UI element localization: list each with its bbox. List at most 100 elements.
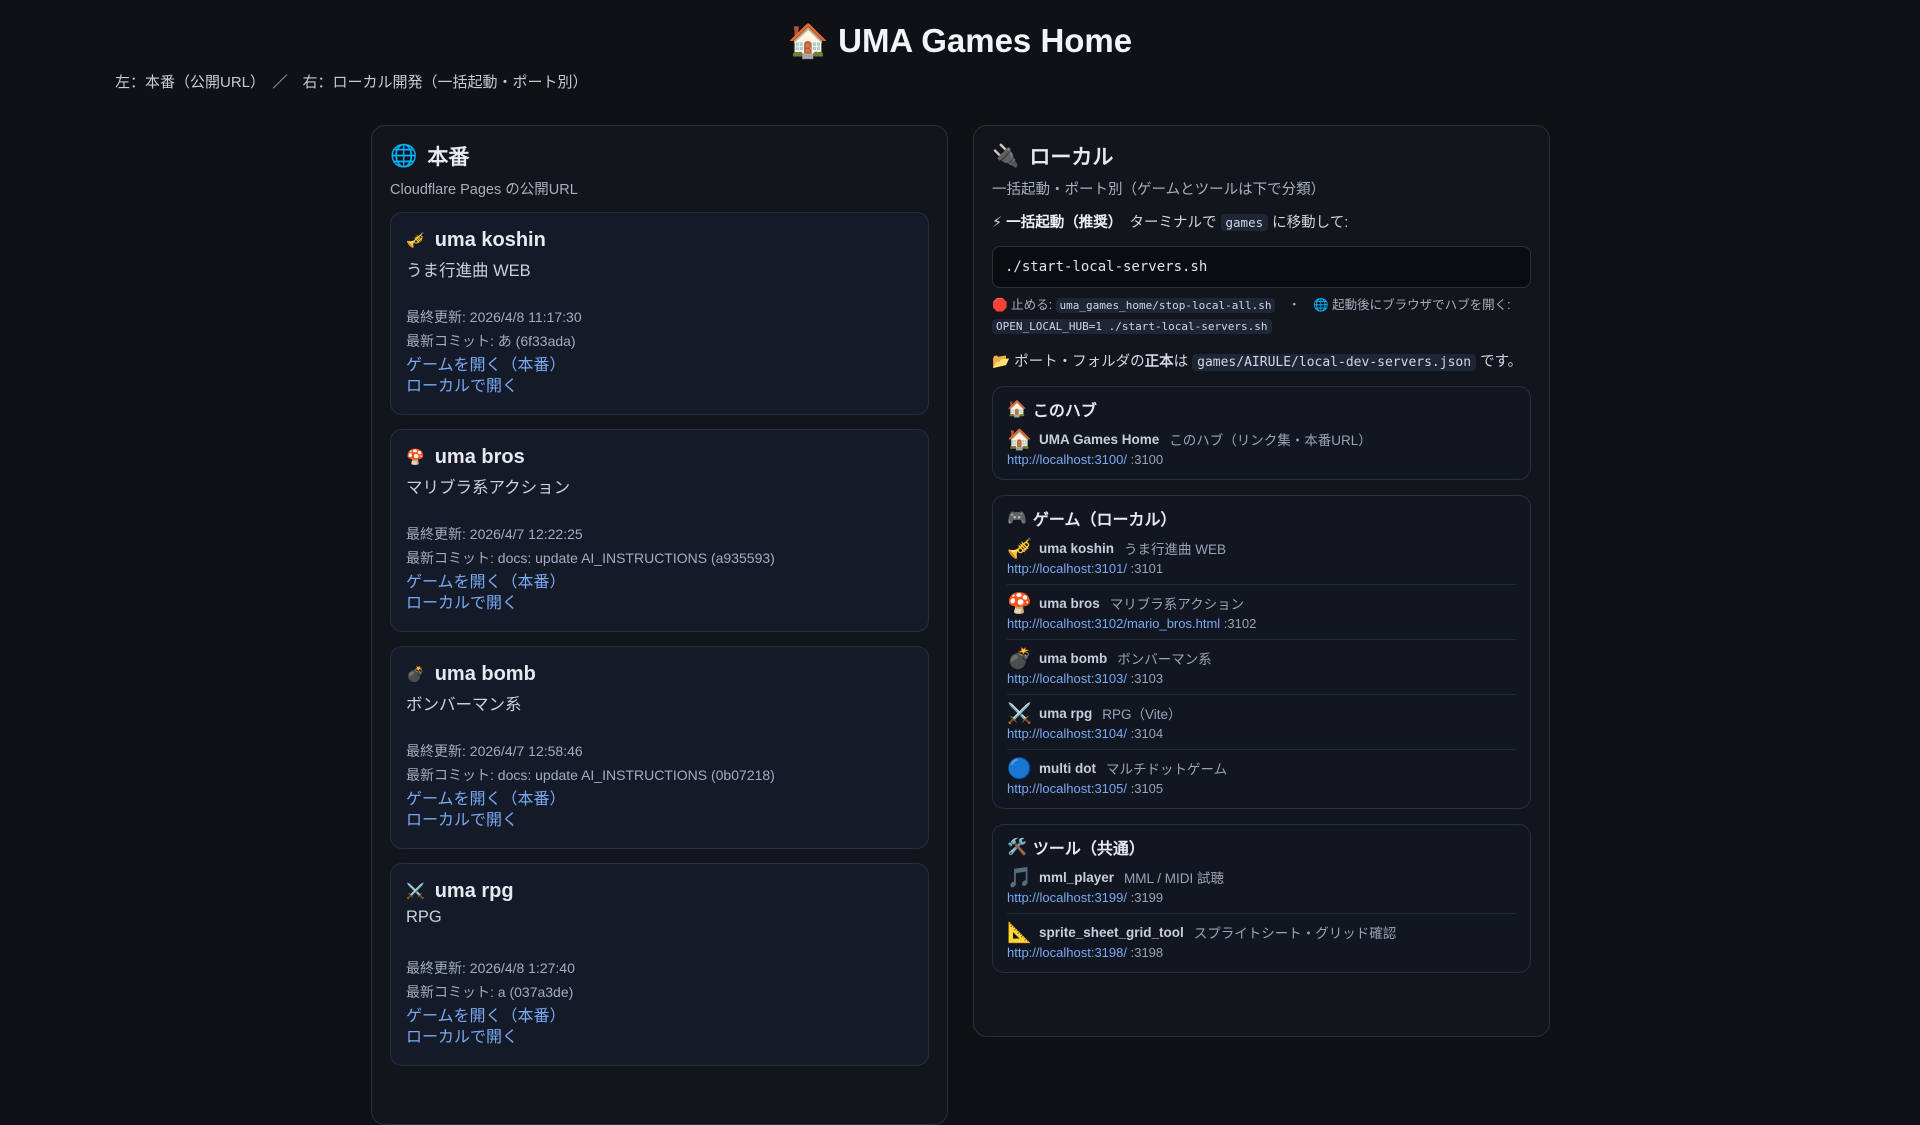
open-local-link[interactable]: ローカルで開く: [406, 376, 913, 397]
game-icon: 🍄: [406, 449, 425, 466]
production-desc: Cloudflare Pages の公開URL: [390, 182, 578, 198]
open-local-link[interactable]: ローカルで開く: [406, 1027, 913, 1048]
game-card: 🍄 uma bros マリブラ系アクション 最終更新: 2026/4/7 12:2…: [390, 429, 929, 632]
ports-pre: ポート・フォルダの: [1014, 354, 1145, 370]
open-local-link[interactable]: ローカルで開く: [406, 810, 913, 831]
local-title: ローカル: [1029, 146, 1114, 169]
item-name: sprite_sheet_grid_tool: [1039, 924, 1184, 940]
page-title: 🏠 UMA Games Home: [0, 22, 1920, 61]
item-name: uma koshin: [1039, 540, 1115, 556]
item-name: multi dot: [1039, 760, 1096, 776]
quick-text: ターミナルで: [1129, 215, 1217, 231]
latest-commit: 最新コミット: あ (6f33ada): [406, 333, 576, 349]
item-name: uma bros: [1039, 595, 1100, 611]
last-updated: 最終更新: 2026/4/7 12:58:46: [406, 743, 583, 759]
game-card-title: 💣 uma bomb: [406, 659, 913, 689]
stop-line: 🛑 止める: uma_games_home/stop-local-all.sh …: [992, 295, 1531, 337]
quick-start-label: 一括起動（推奨）: [1006, 215, 1115, 231]
latest-commit: 最新コミット: docs: update AI_INSTRUCTIONS (0b…: [406, 767, 775, 783]
game-subtitle: RPG: [406, 908, 442, 926]
section-icon: 🛠️: [1007, 839, 1027, 856]
open-prod-link[interactable]: ゲームを開く（本番）: [406, 789, 913, 810]
localhost-link[interactable]: http://localhost:3199/: [1007, 890, 1127, 905]
production-panel: 🌐 本番 Cloudflare Pages の公開URL 🎺 uma koshin …: [371, 125, 948, 1125]
item-name: uma bomb: [1039, 650, 1108, 666]
last-updated: 最終更新: 2026/4/8 1:27:40: [406, 960, 575, 976]
page-title-text: UMA Games Home: [838, 22, 1133, 59]
item-icon: 🍄: [1007, 592, 1032, 615]
port-label: :3102: [1223, 616, 1257, 631]
globe-icon: 🌐: [390, 143, 418, 168]
item-desc: このハブ（リンク集・本番URL）: [1169, 433, 1372, 448]
game-card-title: 🎺 uma koshin: [406, 225, 913, 255]
section-icon: 🎮: [1007, 510, 1027, 527]
item-icon: 🔵: [1007, 757, 1032, 780]
local-panel: 🔌 ローカル 一括起動・ポート別（ゲームとツールは下で分類） ⚡ 一括起動（推奨）…: [973, 125, 1550, 1037]
local-server-item: 🎺 uma koshin うま行進曲 WEB http://localhost:310…: [1007, 530, 1516, 585]
section-title: このハブ: [1032, 403, 1097, 420]
port-label: :3100: [1130, 452, 1164, 467]
quick-after: に移動して:: [1272, 215, 1349, 231]
item-icon: 📐: [1007, 921, 1032, 944]
port-label: :3199: [1130, 890, 1164, 905]
quick-start-line: ⚡ 一括起動（推奨） ターミナルで games に移動して:: [992, 211, 1531, 233]
local-desc: 一括起動・ポート別（ゲームとツールは下で分類）: [992, 182, 1326, 198]
start-command-block[interactable]: ./start-local-servers.sh: [992, 246, 1531, 288]
ports-bold: 正本: [1144, 354, 1174, 370]
item-desc: マルチドットゲーム: [1106, 762, 1228, 777]
game-card: 🎺 uma koshin うま行進曲 WEB 最終更新: 2026/4/8 11:…: [390, 212, 929, 415]
section-title: ゲーム（ローカル）: [1032, 512, 1177, 529]
hub-open-label: 起動後にブラウザでハブを開く:: [1332, 298, 1511, 312]
open-prod-link[interactable]: ゲームを開く（本番）: [406, 1006, 913, 1027]
last-updated: 最終更新: 2026/4/7 12:22:25: [406, 526, 583, 542]
game-name: uma rpg: [434, 879, 514, 902]
local-server-item: 🎵 mml_player MML / MIDI 試聴 http://localhost…: [1007, 859, 1516, 914]
local-heading: 🔌 ローカル: [992, 141, 1531, 171]
lightning-icon: ⚡: [992, 215, 1003, 231]
game-name: uma koshin: [434, 228, 546, 251]
ports-post: です。: [1480, 354, 1523, 370]
section-title: ツール（共通）: [1032, 841, 1145, 858]
folder-icon: 📂: [992, 354, 1011, 370]
open-prod-link[interactable]: ゲームを開く（本番）: [406, 355, 913, 376]
local-server-item: 🏠 UMA Games Home このハブ（リンク集・本番URL） http://lo…: [1007, 421, 1516, 469]
localhost-link[interactable]: http://localhost:3101/: [1007, 561, 1127, 576]
section-heading: 🏠 このハブ: [1007, 397, 1516, 421]
section-icon: 🏠: [1007, 401, 1027, 418]
item-icon: 🎵: [1007, 866, 1032, 889]
item-desc: うま行進曲 WEB: [1124, 542, 1227, 557]
ports-file: games/AIRULE/local-dev-servers.json: [1192, 354, 1477, 371]
item-desc: マリブラ系アクション: [1109, 597, 1245, 612]
localhost-link[interactable]: http://localhost:3100/: [1007, 452, 1127, 467]
section-heading: 🎮 ゲーム（ローカル）: [1007, 506, 1516, 530]
item-icon: 💣: [1007, 647, 1032, 670]
local-server-item: 🔵 multi dot マルチドットゲーム http://localhost:3105…: [1007, 750, 1516, 798]
localhost-link[interactable]: http://localhost:3104/: [1007, 726, 1127, 741]
production-title: 本番: [427, 146, 470, 169]
game-card-title: ⚔️ uma rpg: [406, 876, 913, 906]
local-section: 🎮 ゲーム（ローカル） 🎺 uma koshin うま行進曲 WEB http://loc…: [992, 495, 1531, 809]
localhost-link[interactable]: http://localhost:3103/: [1007, 671, 1127, 686]
game-name: uma bros: [434, 445, 525, 468]
latest-commit: 最新コミット: a (037a3de): [406, 984, 574, 1000]
open-local-link[interactable]: ローカルで開く: [406, 593, 913, 614]
ports-note: 📂 ポート・フォルダの正本は games/AIRULE/local-dev-se…: [992, 350, 1531, 371]
localhost-link[interactable]: http://localhost:3198/: [1007, 945, 1127, 960]
item-name: mml_player: [1039, 869, 1115, 885]
stop-command: uma_games_home/stop-local-all.sh: [1055, 298, 1276, 313]
latest-commit: 最新コミット: docs: update AI_INSTRUCTIONS (a9…: [406, 550, 775, 566]
open-prod-link[interactable]: ゲームを開く（本番）: [406, 572, 913, 593]
game-name: uma bomb: [434, 662, 536, 685]
stop-label: 止める:: [1011, 298, 1053, 312]
house-icon: 🏠: [787, 22, 829, 59]
item-icon: 🎺: [1007, 537, 1032, 560]
local-section: 🛠️ ツール（共通） 🎵 mml_player MML / MIDI 試聴 http://…: [992, 824, 1531, 973]
ports-mid: は: [1173, 354, 1189, 370]
local-server-item: 🍄 uma bros マリブラ系アクション http://localhost:3102…: [1007, 585, 1516, 640]
localhost-link[interactable]: http://localhost:3102/mario_bros.html: [1007, 616, 1220, 631]
game-subtitle: ボンバーマン系: [406, 696, 522, 714]
item-desc: ボンバーマン系: [1117, 652, 1212, 667]
port-label: :3103: [1130, 671, 1164, 686]
localhost-link[interactable]: http://localhost:3105/: [1007, 781, 1127, 796]
game-card: ⚔️ uma rpg RPG 最終更新: 2026/4/8 1:27:40 最新コミ…: [390, 863, 929, 1066]
